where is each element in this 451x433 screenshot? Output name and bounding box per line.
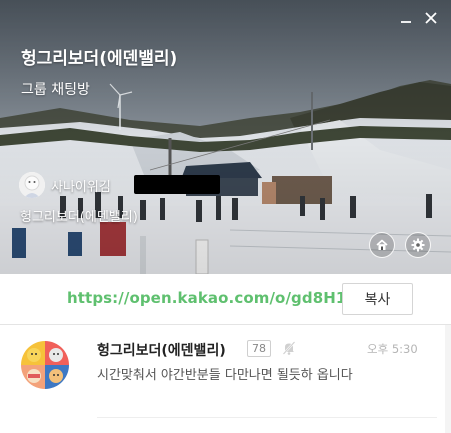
divider: [97, 417, 437, 418]
open-chat-link-row: https://open.kakao.com/o/gd8H1Yr 복사: [0, 274, 451, 325]
chatroom-title: 헝그리보더(에덴밸리): [21, 49, 178, 69]
copy-link-button[interactable]: 복사: [342, 283, 413, 315]
home-button[interactable]: [369, 232, 395, 258]
last-message-preview: 시간맞춰서 야간반분들 다만나면 될듯하 옵니다: [97, 368, 353, 383]
chatroom-cover: 헝그리보더(에덴밸리) 그룹 채팅방 사나이위김 헝그리보더(에덴밸리): [0, 0, 451, 274]
close-icon[interactable]: [424, 12, 438, 26]
group-avatar: [21, 341, 69, 389]
chatroom-list-item[interactable]: 헝그리보더(에덴밸리) 78 오후 5:30 시간맞춰서 야간반분들 다만나면 …: [0, 325, 451, 433]
mute-bell-icon: [281, 340, 297, 356]
chatroom-type-label: 그룹 채팅방: [21, 82, 90, 98]
scrollbar[interactable]: [445, 325, 451, 433]
message-timestamp: 오후 5:30: [367, 342, 418, 356]
settings-button[interactable]: [405, 232, 431, 258]
chatroom-name: 헝그리보더(에덴밸리): [97, 343, 226, 359]
member-count-badge: 78: [247, 340, 271, 357]
open-chat-link[interactable]: https://open.kakao.com/o/gd8H1Yr: [67, 289, 365, 307]
home-icon: [375, 238, 389, 252]
gear-icon: [411, 238, 425, 252]
redaction-box: [134, 175, 220, 194]
owner-description: 헝그리보더(에덴밸리): [20, 210, 138, 225]
owner-avatar[interactable]: [19, 172, 45, 198]
minimize-icon[interactable]: [399, 12, 413, 26]
owner-nickname: 사나이위김: [51, 180, 111, 195]
